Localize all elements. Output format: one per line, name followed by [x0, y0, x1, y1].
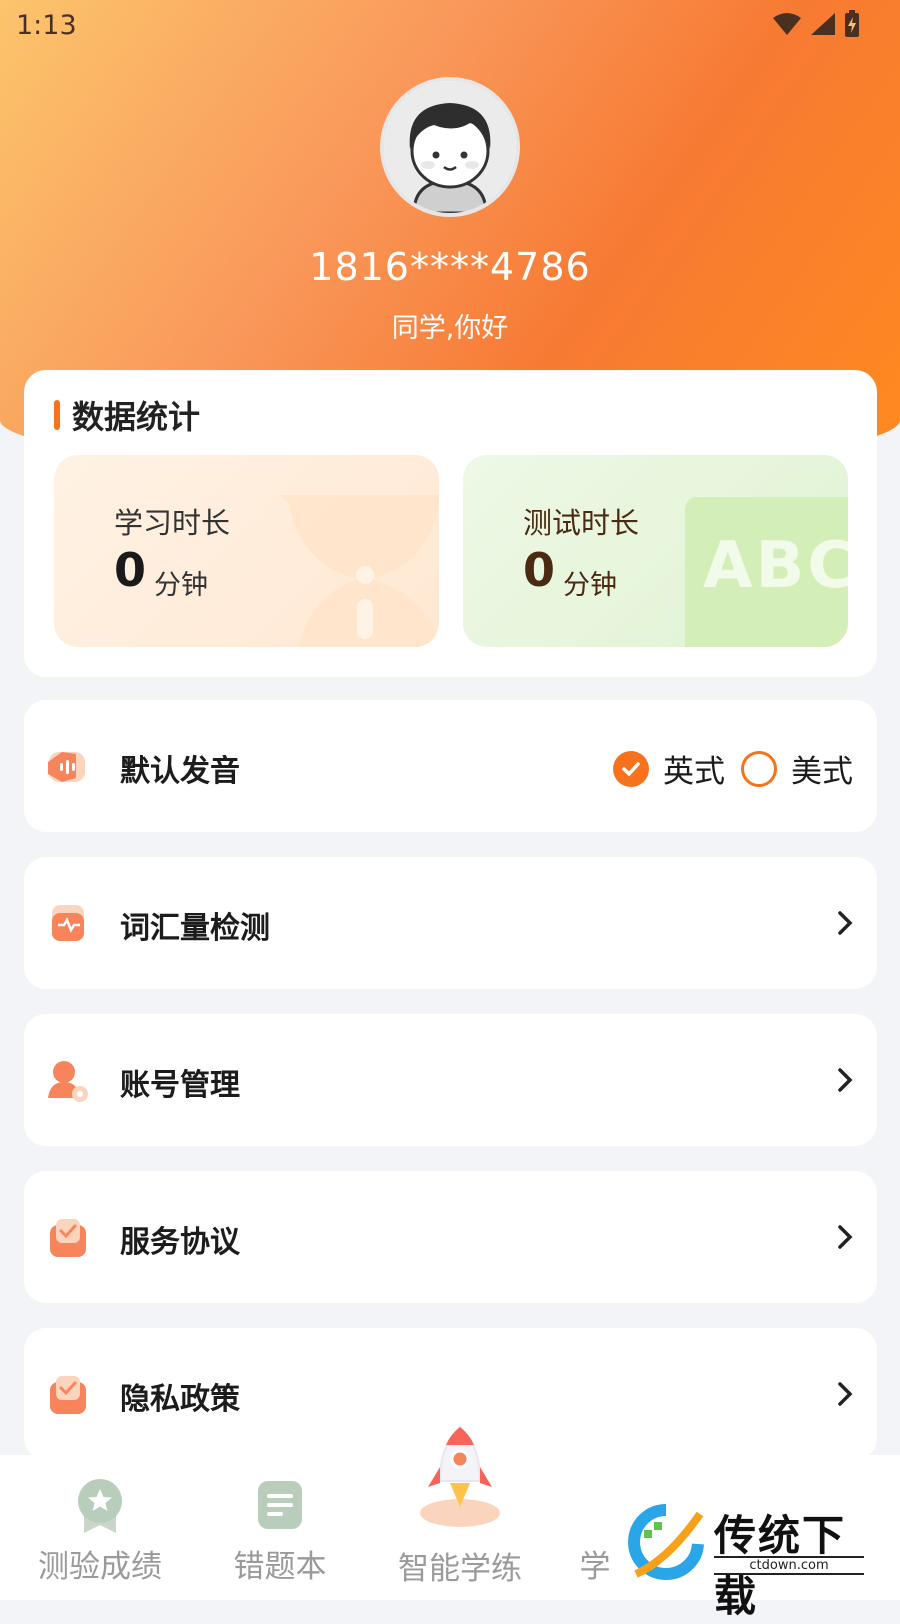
study-time-label: 学习时长 [114, 506, 231, 540]
test-time-value: 0 [523, 543, 556, 597]
tab-mistakes-book[interactable]: 错题本 [190, 1455, 370, 1600]
stats-title: 数据统计 [72, 398, 201, 436]
chevron-right-icon [838, 1225, 853, 1249]
study-time-box: 学习时长 0 分钟 [54, 455, 439, 647]
abc-decoration-text: ABC [703, 529, 848, 603]
check-icon [622, 761, 640, 776]
radio-british[interactable] [613, 750, 649, 787]
chevron-right-icon [838, 911, 853, 935]
user-greeting: 同学,你好 [391, 313, 509, 344]
test-time-label: 测试时长 [523, 506, 640, 540]
user-phone: 1816****4786 [309, 245, 591, 289]
vocab-test-icon [52, 905, 84, 941]
tab-label: 错题本 [233, 1549, 327, 1585]
signal-icon [811, 13, 835, 35]
tab-smart-practice[interactable]: 智能学练 [370, 1425, 550, 1600]
section-title-marker [54, 400, 60, 430]
pronunciation-options: 英式 美式 [613, 746, 853, 791]
status-bar: 1:13 [0, 0, 900, 50]
boy-avatar-icon [384, 81, 516, 213]
menu-label: 服务协议 [120, 1225, 240, 1260]
study-time-unit: 分钟 [154, 570, 208, 601]
watermark-logo: 传统下载 ctdown.com [628, 1498, 878, 1621]
avatar[interactable] [380, 77, 520, 217]
hourglass-icon [279, 495, 439, 647]
account-icon [48, 1061, 88, 1102]
tab-label: 学 [579, 1549, 611, 1585]
pronunciation-label: 默认发音 [120, 754, 240, 789]
stats-card: 数据统计 学习时长 0 分钟 ABC 测试时长 0 分钟 [24, 370, 877, 677]
watermark-url: ctdown.com [714, 1556, 864, 1575]
privacy-icon [50, 1376, 86, 1414]
status-time: 1:13 [16, 10, 77, 41]
speaker-icon [48, 752, 85, 782]
radio-british-label[interactable]: 英式 [663, 746, 725, 791]
radio-american-label[interactable]: 美式 [791, 746, 853, 791]
test-time-unit: 分钟 [563, 570, 617, 601]
wifi-icon [773, 13, 801, 35]
pronunciation-card: 默认发音 英式 美式 [24, 700, 877, 832]
tab-label: 智能学练 [398, 1551, 522, 1587]
agreement-icon [50, 1219, 86, 1257]
watermark-logo-icon [628, 1504, 704, 1580]
tab-label: 测验成绩 [38, 1549, 162, 1585]
chevron-right-icon [838, 1068, 853, 1092]
tab-test-results[interactable]: 测验成绩 [10, 1455, 190, 1600]
menu-item-account[interactable]: 账号管理 [24, 1014, 877, 1146]
radio-american[interactable] [741, 750, 777, 787]
menu-label: 词汇量检测 [120, 911, 270, 946]
menu-item-vocab-test[interactable]: 词汇量检测 [24, 857, 877, 989]
menu-label: 账号管理 [120, 1068, 240, 1103]
menu-item-service-agreement[interactable]: 服务协议 [24, 1171, 877, 1303]
medal-icon [78, 1479, 122, 1533]
chevron-right-icon [838, 1382, 853, 1406]
rocket-icon [420, 1425, 500, 1527]
test-time-box: ABC 测试时长 0 分钟 [463, 455, 848, 647]
menu-label: 隐私政策 [120, 1382, 240, 1417]
status-icons [772, 10, 860, 38]
battery-charging-icon [845, 10, 859, 37]
study-time-value: 0 [114, 543, 147, 597]
notebook-icon [258, 1481, 302, 1529]
